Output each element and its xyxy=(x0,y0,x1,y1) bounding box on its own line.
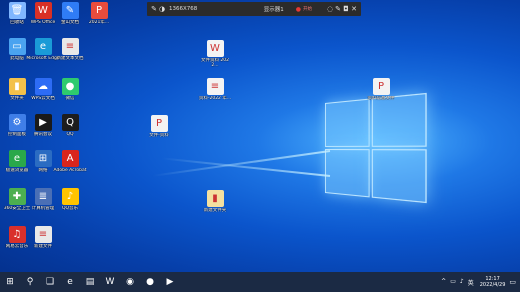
start-icon[interactable]: ⊞ xyxy=(0,272,20,292)
desktop-icon-label: 微信 xyxy=(65,96,75,101)
file-app-icon: ▮ xyxy=(206,190,224,207)
wps-icon[interactable]: W xyxy=(100,272,120,292)
wechat-icon[interactable]: ● xyxy=(140,272,160,292)
file-icon-label: 文件-资料 xyxy=(149,133,169,138)
logo-pane-bl xyxy=(325,149,370,198)
record-dot-icon: ● xyxy=(295,5,301,13)
record-button[interactable]: 开始 xyxy=(303,6,312,12)
desktop-icon-item[interactable]: ≡ 新建文本文档 xyxy=(53,38,87,61)
desktop-app-icon: ♪ xyxy=(61,188,79,205)
light-beam xyxy=(160,157,331,177)
desktop-icon-item[interactable]: ● 微信 xyxy=(53,78,87,101)
file-icon-item[interactable]: ▮ 新建文件夹 xyxy=(198,190,232,213)
file-app-icon: P xyxy=(150,115,168,132)
desktop-app-icon: ▭ xyxy=(8,38,26,55)
file-icon-label: 新建文件夹 xyxy=(203,208,227,213)
desktop-app-icon: ⚙ xyxy=(8,114,26,131)
clock-date: 2022/4/29 xyxy=(479,282,506,288)
brightness-icon[interactable]: ◑ xyxy=(158,5,166,13)
desktop-app-icon: e xyxy=(8,150,26,167)
pin-icon[interactable]: ✎ xyxy=(150,5,158,13)
desktop-icon-label: 新建文件 xyxy=(34,244,52,249)
desktop-app-icon: ♫ xyxy=(8,226,26,243)
media-icon[interactable]: ▶ xyxy=(160,272,180,292)
resolution-label: 1366X768 xyxy=(169,6,198,12)
desktop-icon-label: QQ音乐 xyxy=(61,206,79,211)
desktop-icon-label: 新建文本文档 xyxy=(56,56,84,61)
ime-icon[interactable]: 英 xyxy=(468,278,474,287)
logo-pane-br xyxy=(371,149,427,204)
display-selector[interactable]: 显示器1 xyxy=(264,5,284,13)
clock[interactable]: 12:17 2022/4/29 xyxy=(480,276,506,288)
desktop-icon-item[interactable]: ♪ QQ音乐 xyxy=(53,188,87,211)
volume-icon[interactable]: ♪ xyxy=(460,278,464,287)
file-icon-item[interactable]: ≡ 资料-2022 年... xyxy=(198,78,232,101)
desktop-app-icon: ● xyxy=(61,78,79,95)
tray-expand-icon[interactable]: ^ xyxy=(441,278,446,287)
desktop-app-icon: 🗑 xyxy=(8,2,26,19)
file-app-icon: P xyxy=(372,78,390,95)
desktop-icon-label: Adobe Acrobat xyxy=(53,168,87,173)
desktop-icon-item[interactable]: A Adobe Acrobat xyxy=(53,150,87,173)
desktop-app-icon: Q xyxy=(61,114,79,131)
browser-icon[interactable]: ◉ xyxy=(120,272,140,292)
desktop-app-icon: ▶ xyxy=(34,114,52,131)
search-icon[interactable]: ⚲ xyxy=(20,272,40,292)
file-explorer-icon[interactable]: ▤ xyxy=(80,272,100,292)
desktop-app-icon: ≣ xyxy=(34,188,52,205)
desktop-app-icon: e xyxy=(34,38,52,55)
file-app-icon: ≡ xyxy=(206,78,224,95)
desktop-app-icon: ≡ xyxy=(61,38,79,55)
desktop-app-icon: ✎ xyxy=(61,2,79,19)
desktop-icon-label: QQ xyxy=(66,132,74,137)
desktop-app-icon: ✚ xyxy=(8,188,26,205)
camera-icon[interactable]: ◘ xyxy=(342,5,350,13)
screen-record-toolbar: ✎ ◑ 1366X768 显示器1 ● 开始 ◌ ✎ ◘ ✕ xyxy=(147,2,361,16)
desktop-icon-item[interactable]: ≡ 新建文件 xyxy=(26,226,60,249)
windows-logo xyxy=(325,92,428,204)
close-icon[interactable]: ✕ xyxy=(350,5,358,13)
logo-pane-tl xyxy=(325,98,370,147)
file-icon-label: 资料信息文件 xyxy=(367,96,395,101)
desktop-app-icon: A xyxy=(61,150,79,167)
file-icon-item[interactable]: P 文件-资料 xyxy=(142,115,176,138)
desktop-app-icon: ⊞ xyxy=(34,150,52,167)
desktop-icon-label: 2021年... xyxy=(88,20,110,25)
edge-icon[interactable]: e xyxy=(60,272,80,292)
desktop-icon-item[interactable]: Q QQ xyxy=(53,114,87,137)
chat-icon[interactable]: ◌ xyxy=(326,5,334,13)
file-icon-item[interactable]: W 文件资料 2022... xyxy=(198,40,232,68)
file-icon-label: 文件资料 2022... xyxy=(200,58,230,68)
desktop-app-icon: P xyxy=(90,2,108,19)
desktop-app-icon: ☁ xyxy=(34,78,52,95)
system-tray: ^ ▭ ♪ 英 12:17 2022/4/29 ▭ xyxy=(441,272,516,292)
file-icon-label: 资料-2022 年... xyxy=(198,96,232,101)
notification-icon[interactable]: ▭ xyxy=(509,278,516,286)
file-app-icon: W xyxy=(206,40,224,57)
taskbar: ⊞ ⚲ ❑ e ▤ W ◉ ● ▶ ^ ▭ ♪ 英 12:17 2022/4/29 ▭ xyxy=(0,272,520,292)
file-icon-item[interactable]: P 资料信息文件 xyxy=(364,78,398,101)
desktop-app-icon: ▮ xyxy=(8,78,26,95)
desktop-icon-item[interactable]: P 2021年... xyxy=(82,2,116,25)
desktop-app-icon: ≡ xyxy=(34,226,52,243)
battery-icon[interactable]: ▭ xyxy=(450,278,456,287)
desktop-app-icon: W xyxy=(34,2,52,19)
task-view-icon[interactable]: ❑ xyxy=(40,272,60,292)
edit-icon[interactable]: ✎ xyxy=(334,5,342,13)
